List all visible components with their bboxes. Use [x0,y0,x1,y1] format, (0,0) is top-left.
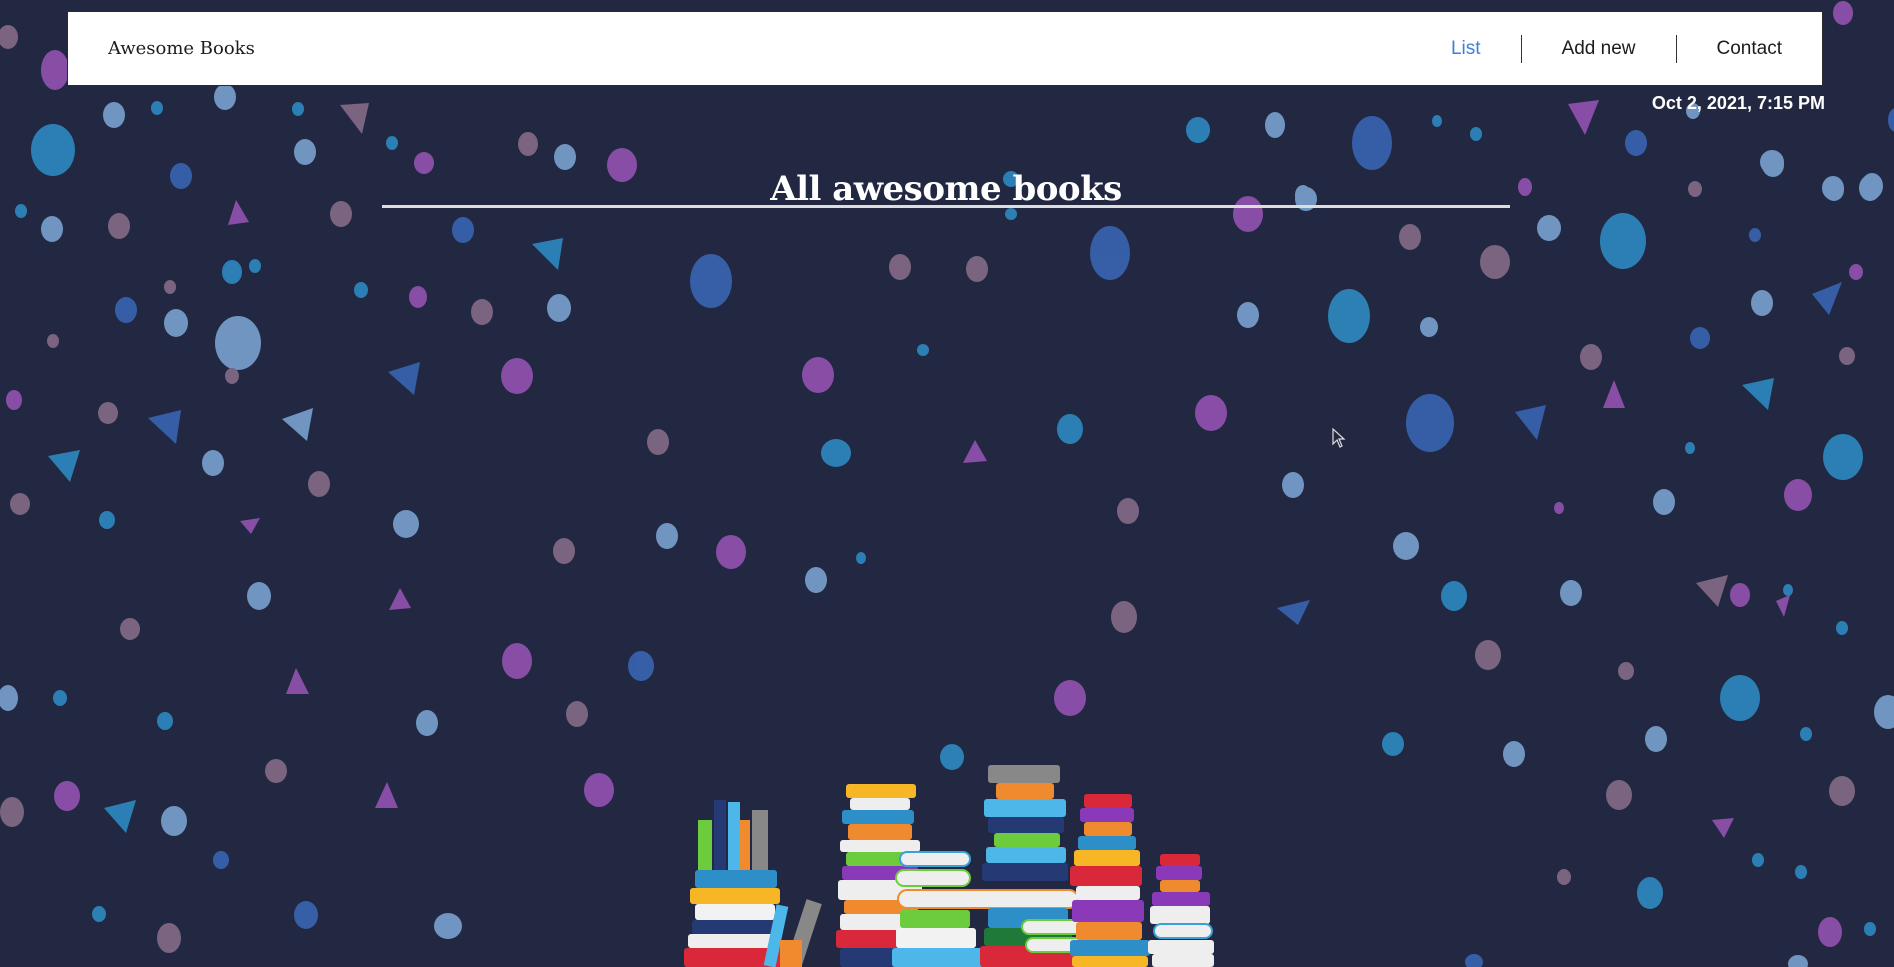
nav-link-contact[interactable]: Contact [1677,34,1822,64]
nav-link-list[interactable]: List [1411,34,1521,64]
page-title: All awesome books [770,168,1122,209]
current-datetime: Oct 2, 2021, 7:15 PM [1651,93,1825,113]
book-stack-illustration [684,765,1214,967]
nav-link-add-new[interactable]: Add new [1522,34,1676,64]
top-navbar: Awesome Books List Add new Contact [67,11,1823,86]
mouse-cursor-icon [1332,427,1346,453]
brand-logo-text[interactable]: Awesome Books [108,38,255,59]
nav-links: List Add new Contact [1411,34,1822,64]
title-divider [382,205,1510,208]
page: Awesome Books List Add new Contact Oct 2… [0,0,1894,967]
